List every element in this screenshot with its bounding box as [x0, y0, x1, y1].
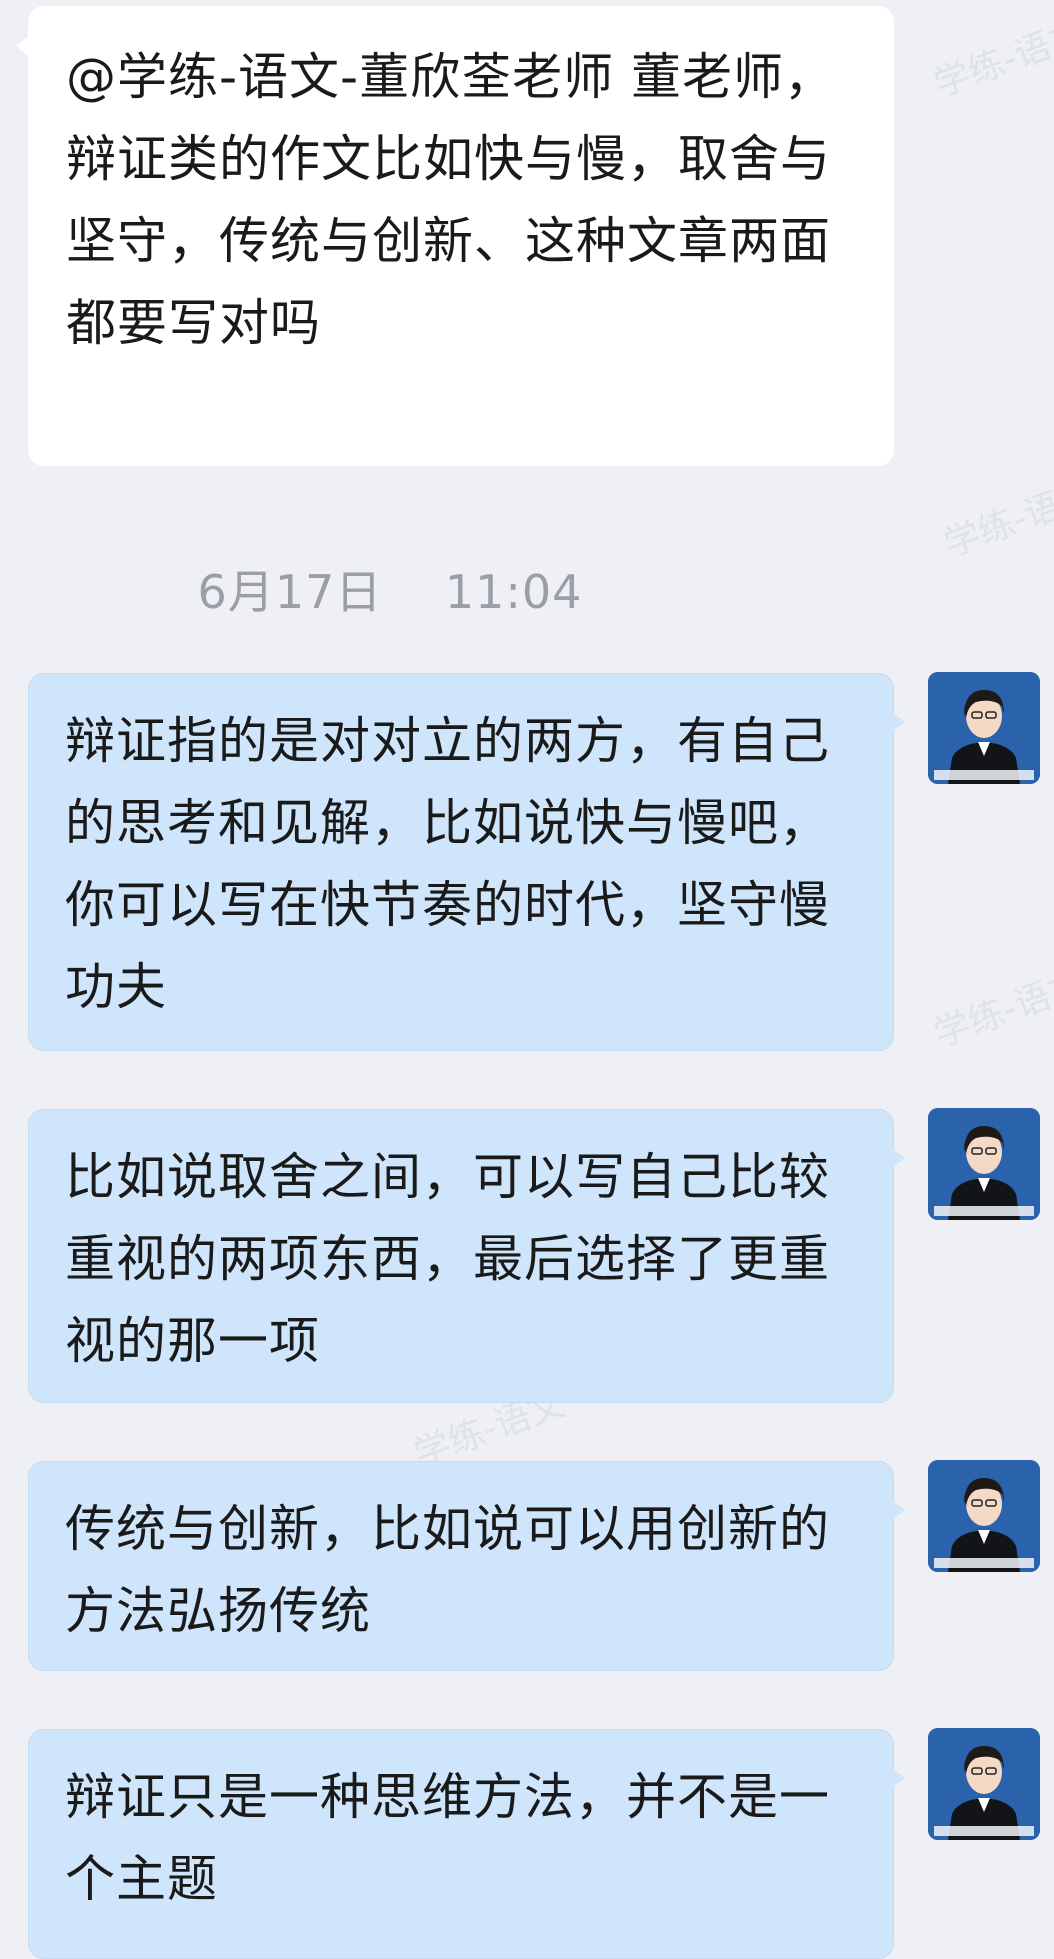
incoming-message-bubble[interactable]: @学练-语文-董欣荃老师 董老师，辩证类的作文比如快与慢，取舍与坚守，传统与创新… — [16, 6, 894, 466]
watermark: 学练-语文 — [938, 473, 1054, 566]
timestamp-time: 11:04 — [444, 565, 583, 619]
reply-message-bubble[interactable]: 比如说取舍之间，可以写自己比较重视的两项东西，最后选择了更重视的那一项 — [28, 1109, 905, 1403]
watermark: 学练-语文 — [928, 13, 1054, 106]
timestamp-date: 6月17日 — [197, 565, 383, 619]
reply-message-bubble[interactable]: 辩证指的是对对立的两方，有自己的思考和见解，比如说快与慢吧，你可以写在快节奏的时… — [28, 673, 905, 1051]
reply-message-bubble[interactable]: 传统与创新，比如说可以用创新的方法弘扬传统 — [28, 1461, 905, 1671]
reply-message-bubble[interactable]: 辩证只是一种思维方法，并不是一个主题 — [28, 1729, 905, 1959]
teacher-avatar-icon[interactable] — [928, 1108, 1040, 1220]
teacher-avatar-icon[interactable] — [928, 1460, 1040, 1572]
reply-message-text: 比如说取舍之间，可以写自己比较重视的两项东西，最后选择了更重视的那一项 — [65, 1148, 830, 1370]
reply-message-text: 辩证指的是对对立的两方，有自己的思考和见解，比如说快与慢吧，你可以写在快节奏的时… — [65, 712, 830, 1016]
teacher-avatar-icon[interactable] — [928, 672, 1040, 784]
message-timestamp: 6月17日 11:04 — [0, 556, 780, 622]
reply-message-text: 辩证只是一种思维方法，并不是一个主题 — [65, 1768, 830, 1908]
teacher-avatar-icon[interactable] — [928, 1728, 1040, 1840]
incoming-message-text: @学练-语文-董欣荃老师 董老师，辩证类的作文比如快与慢，取舍与坚守，传统与创新… — [66, 48, 835, 352]
reply-message-text: 传统与创新，比如说可以用创新的方法弘扬传统 — [65, 1500, 830, 1640]
chat-view: 学练-语文 学练-语文 学练-语文 学练-语文 @学练-语文-董欣荃老师 董老师… — [0, 0, 1054, 1959]
watermark: 学练-语文 — [928, 963, 1054, 1056]
